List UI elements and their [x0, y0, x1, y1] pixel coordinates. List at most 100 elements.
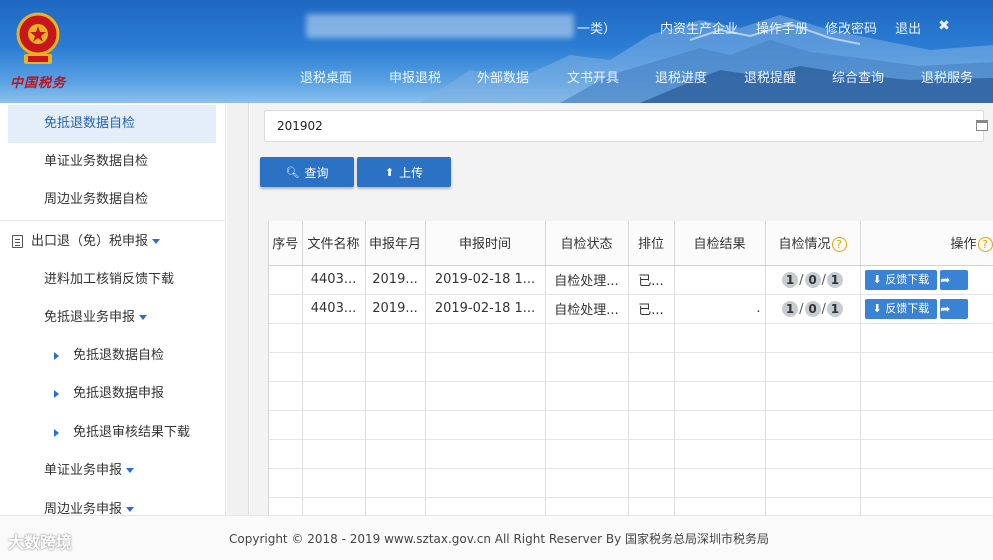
sidebar-scrollbar[interactable]	[227, 103, 249, 515]
cell-time: 2019-02-18 1...	[425, 294, 546, 324]
fullscreen-icon[interactable]: ✖	[938, 18, 950, 36]
nav-refund-service[interactable]: 退税服务	[921, 67, 973, 86]
national-emblem-icon	[16, 12, 60, 64]
download-icon: ⬇︎	[872, 301, 886, 315]
nav-query[interactable]: 综合查询	[832, 67, 884, 86]
nav-declare-refund[interactable]: 申报退税	[389, 67, 441, 86]
feedback-download-button[interactable]: ⬇︎ 反馈下载	[864, 269, 938, 290]
table-row-empty	[269, 468, 993, 498]
share-icon[interactable]: ➦︎	[940, 269, 969, 290]
sidebar-subitem-exemption-self-check[interactable]: 免抵退数据自检	[54, 337, 164, 375]
nav-refund-progress[interactable]: 退税进度	[655, 67, 707, 86]
sidebar-item-label: 免抵退业务申报	[44, 310, 136, 325]
top-banner: 中国税务 一类） 内资生产企业 操作手册 修改密码 退出 ✖ 退税桌面 申报退税…	[0, 0, 993, 103]
cell-status: 自检处理...	[545, 294, 629, 324]
col-header-rank: 排位	[628, 221, 675, 266]
col-header-action-label: 操作	[950, 237, 977, 253]
footer: 大数跨境 Copyright © 2018 - 2019 www.sztax.g…	[0, 515, 993, 560]
nav-refund-reminder[interactable]: 退税提醒	[744, 67, 796, 86]
cell-period: 2019...	[365, 265, 426, 295]
cell-action: ⬇︎ 反馈下载 ➦︎	[860, 294, 993, 324]
table-header-row: 序号 文件名称 申报年月 申报时间 自检状态 排位 自检结果 自检情况? 操作?	[269, 221, 993, 266]
sidebar-subitem-exemption-declare[interactable]: 免抵退数据申报	[54, 375, 164, 413]
upload-icon: ⬆︎	[384, 165, 395, 179]
count-badge[interactable]: 1	[826, 271, 843, 288]
cell-rank: 已...	[628, 294, 675, 324]
cell-file-name: 4403...	[302, 265, 366, 295]
upload-button[interactable]: ⬆︎ 上传	[357, 157, 451, 187]
sidebar-item-processing-feedback-download[interactable]: 进料加工核销反馈下载	[44, 261, 174, 299]
sidebar-item-label: 免抵退数据申报	[73, 386, 165, 401]
copyright-text: Copyright © 2018 - 2019 www.sztax.gov.cn…	[229, 532, 769, 546]
period-input[interactable]: 201902	[264, 110, 984, 142]
enterprise-type-label: 内资生产企业	[660, 22, 739, 37]
share-icon[interactable]: ➦︎	[940, 298, 969, 319]
upload-button-label: 上传	[399, 165, 424, 180]
table-row[interactable]: 4403... 2019... 2019-02-18 1... 自检处理... …	[269, 265, 993, 295]
table-row-empty	[269, 439, 993, 469]
sidebar-item-label: 免抵退数据自检	[73, 348, 165, 363]
cell-result	[674, 265, 766, 295]
sidebar-item-label: 免抵退审核结果下载	[73, 425, 191, 440]
change-password-link[interactable]: 修改密码	[825, 18, 877, 37]
nav-documents[interactable]: 文书开具	[567, 67, 619, 86]
col-header-action: 操作?	[860, 221, 993, 266]
sidebar-item-label: 出口退（免）税申报	[31, 234, 149, 249]
chevron-right-icon	[54, 351, 59, 360]
col-header-file-name: 文件名称	[302, 221, 366, 266]
sidebar-divider	[0, 220, 226, 221]
feedback-download-button[interactable]: ⬇︎ 反馈下载	[864, 298, 938, 319]
count-badge[interactable]: 1	[826, 300, 843, 317]
cell-detail: 1/0/1	[765, 294, 861, 324]
nav-desktop[interactable]: 退税桌面	[300, 67, 352, 86]
feedback-download-label: 反馈下载	[885, 272, 930, 286]
sidebar-group-voucher-declaration[interactable]: 单证业务申报	[44, 452, 135, 490]
logo-text: 中国税务	[10, 76, 67, 91]
help-icon[interactable]: ?	[977, 237, 993, 253]
cell-rank: 已...	[628, 265, 675, 295]
sidebar-item-label: 免抵退数据自检	[44, 116, 136, 131]
table-row-empty	[269, 323, 993, 353]
blurred-user-info	[306, 14, 574, 38]
manual-link[interactable]: 操作手册	[756, 18, 808, 37]
sidebar-item-label: 单证业务申报	[44, 463, 123, 478]
cell-time: 2019-02-18 1...	[425, 265, 546, 295]
col-header-status: 自检状态	[545, 221, 629, 266]
chevron-down-icon	[126, 468, 135, 473]
sidebar-group-export-refund-declaration[interactable]: 出口退（免）税申报	[12, 223, 161, 261]
count-badge[interactable]: 0	[804, 300, 821, 317]
download-icon: ⬇︎	[872, 272, 886, 286]
table-row-empty	[269, 497, 993, 515]
sidebar: 免抵退数据自检 单证业务数据自检 周边业务数据自检 出口退（免）税申报 进料加工…	[0, 103, 226, 517]
top-links: 一类） 内资生产企业 操作手册 修改密码 退出 ✖	[577, 18, 950, 37]
sidebar-item-exemption-self-check[interactable]: 免抵退数据自检	[8, 105, 216, 143]
document-icon	[12, 235, 23, 248]
calendar-icon[interactable]	[976, 120, 988, 131]
feedback-download-label: 反馈下载	[885, 301, 930, 315]
count-badge[interactable]: 1	[782, 300, 799, 317]
sidebar-subitem-review-result-download[interactable]: 免抵退审核结果下载	[54, 414, 190, 452]
col-header-seq: 序号	[269, 221, 303, 266]
table-row[interactable]: 4403... 2019... 2019-02-18 1... 自检处理... …	[269, 294, 993, 324]
sidebar-item-voucher-self-check[interactable]: 单证业务数据自检	[44, 143, 148, 181]
chevron-right-icon	[54, 428, 59, 437]
col-header-detail: 自检情况?	[765, 221, 861, 266]
nav-external-data[interactable]: 外部数据	[477, 67, 529, 86]
col-header-detail-label: 自检情况	[778, 237, 831, 253]
sidebar-group-exemption-declaration[interactable]: 免抵退业务申报	[44, 299, 148, 337]
count-badge[interactable]: 1	[782, 271, 799, 288]
count-badge[interactable]: 0	[804, 271, 821, 288]
search-icon: 🔍︎	[285, 165, 300, 179]
cell-detail: 1/0/1	[765, 265, 861, 295]
col-header-period: 申报年月	[365, 221, 426, 266]
query-button[interactable]: 🔍︎ 查询	[260, 157, 354, 187]
sidebar-item-peripheral-self-check[interactable]: 周边业务数据自检	[44, 181, 148, 219]
help-icon[interactable]: ?	[831, 237, 847, 253]
sidebar-item-label: 进料加工核销反馈下载	[44, 272, 175, 287]
results-table: 序号 文件名称 申报年月 申报时间 自检状态 排位 自检结果 自检情况? 操作?…	[268, 221, 993, 515]
logout-link[interactable]: 退出	[895, 18, 921, 37]
col-header-time: 申报时间	[425, 221, 546, 266]
sidebar-item-label: 周边业务数据自检	[44, 192, 149, 207]
cell-seq	[269, 265, 303, 295]
main-content: 201902 🔍︎ 查询 ⬆︎ 上传 序号 文件名称 申报年月 申报时间 自检状…	[250, 103, 993, 515]
